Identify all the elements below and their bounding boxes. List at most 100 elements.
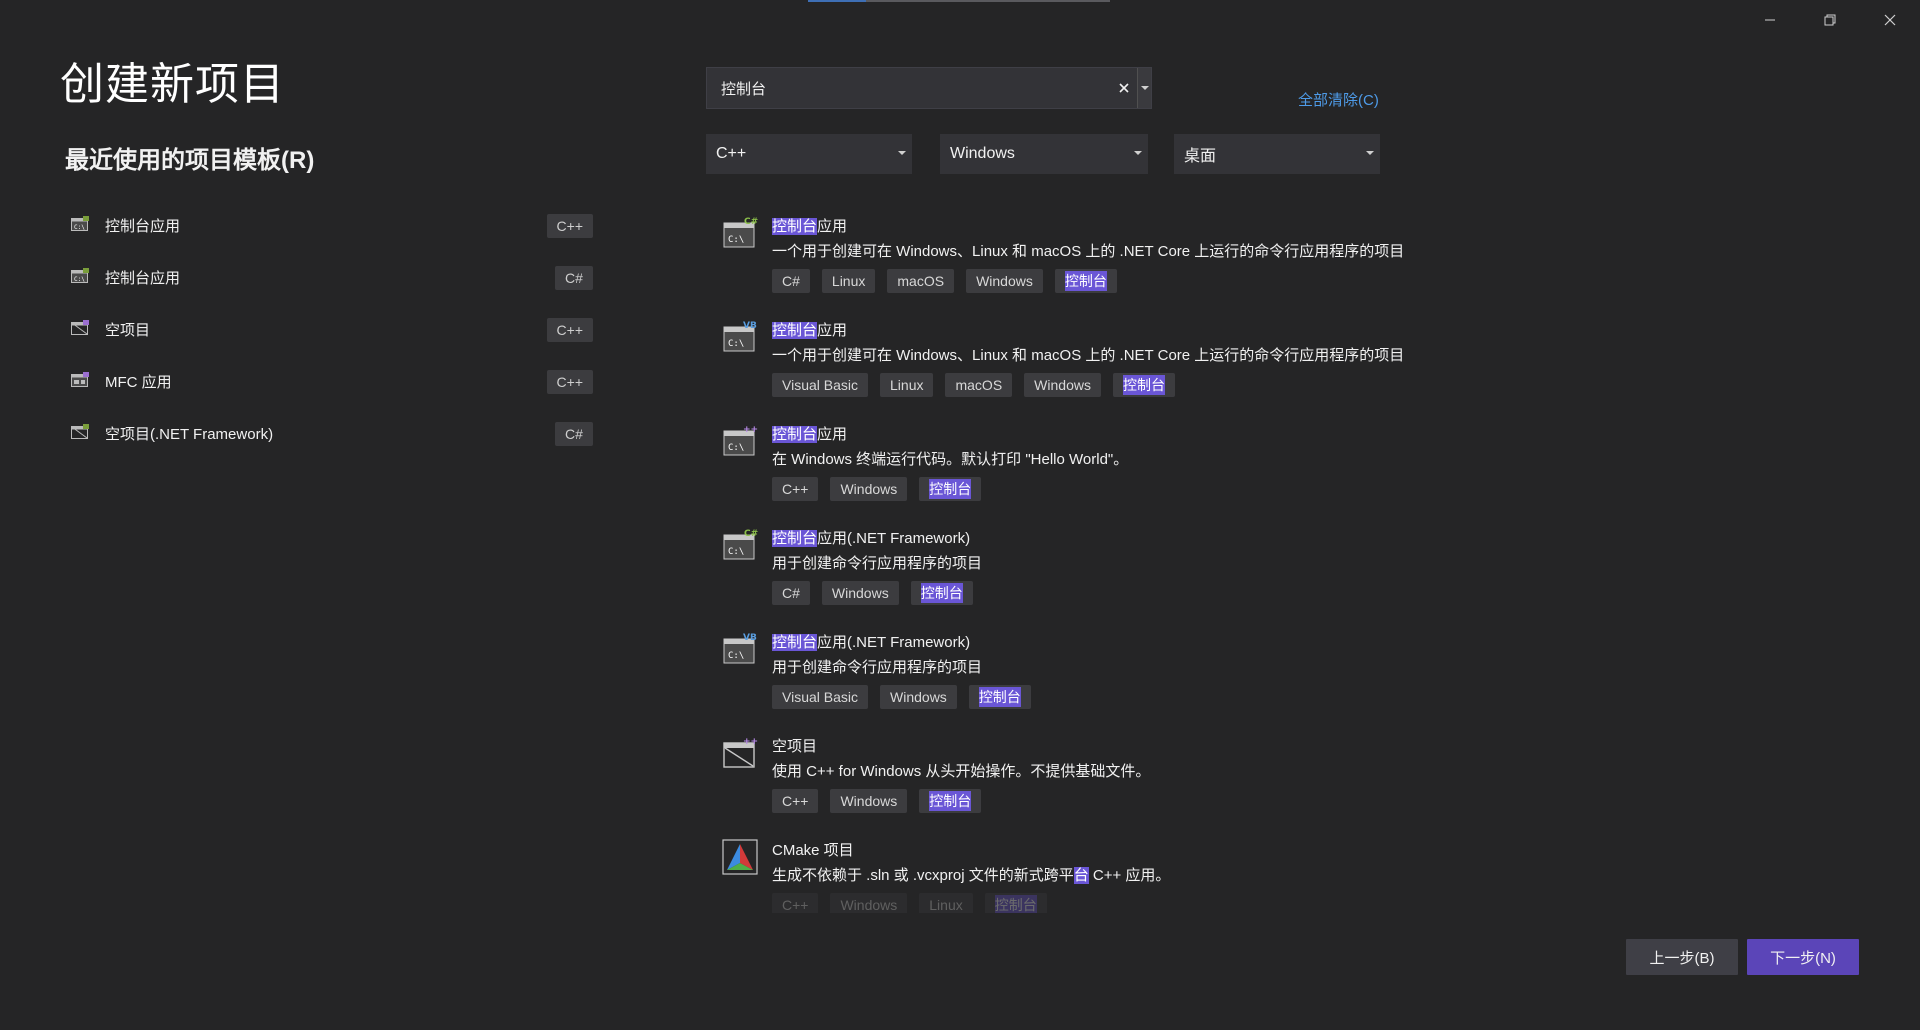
recent-item-label: 空项目(.NET Framework): [105, 425, 274, 443]
template-search-input[interactable]: [707, 68, 1113, 108]
svg-text:VB: VB: [743, 321, 757, 331]
template-tag-highlight-text: 控制台: [929, 791, 972, 811]
template-title-text: CMake 项目: [772, 842, 854, 859]
template-tag: Windows: [830, 789, 908, 813]
svg-text:C#: C#: [744, 217, 758, 227]
recent-item-console-cpp[interactable]: C:\ 控制台应用 C++: [65, 199, 593, 251]
template-title: 空项目: [772, 735, 817, 756]
template-tag-highlighted: 控制台: [919, 789, 982, 813]
template-item[interactable]: C:\ C# 控制台应用 一个用于创建可在 Windows、Linux 和 mac…: [706, 203, 1446, 307]
next-button[interactable]: 下一步(N): [1747, 939, 1859, 975]
recent-item-label: 控制台应用: [105, 269, 181, 287]
recent-item-lang-badge: C#: [555, 266, 593, 290]
chevron-down-icon: [1366, 151, 1374, 155]
recent-item-mfc-cpp[interactable]: MFC 应用 C++: [65, 355, 593, 407]
template-tag: C++: [772, 789, 819, 813]
template-tag: Visual Basic: [772, 373, 869, 397]
cpp-empty-project-icon: ++: [722, 735, 758, 771]
recent-templates-heading: 最近使用的项目模板(R): [65, 147, 315, 174]
vb-console-icon: C:\ VB: [722, 631, 758, 667]
template-tag: Windows: [830, 893, 908, 913]
svg-text:C:\: C:\: [728, 651, 744, 661]
template-item[interactable]: C:\ VB 控制台应用(.NET Framework) 用于创建命令行应用程序的…: [706, 619, 1446, 723]
template-tag: Windows: [880, 685, 957, 709]
template-description: 一个用于创建可在 Windows、Linux 和 macOS 上的 .NET C…: [772, 243, 1405, 260]
template-tag-highlight-text: 控制台: [1122, 375, 1165, 395]
minimize-button[interactable]: [1740, 0, 1800, 40]
template-description: 用于创建命令行应用程序的项目: [772, 659, 983, 676]
svg-text:++: ++: [743, 425, 758, 435]
template-description: 用于创建命令行应用程序的项目: [772, 555, 983, 572]
template-tag-highlighted: 控制台: [910, 581, 973, 605]
svg-text:C:\: C:\: [74, 224, 85, 231]
template-title: 控制台应用: [772, 319, 847, 340]
template-tags: C++ Windows Linux 控制台: [772, 893, 1047, 913]
template-tag: C#: [772, 581, 810, 605]
template-tags: Visual Basic Windows 控制台: [772, 685, 1031, 709]
recent-templates-list: C:\ 控制台应用 C++ C:\ 控制台应用 C# 空项目 C++ MFC 应…: [65, 199, 593, 459]
template-title-highlight: 控制台: [772, 634, 818, 651]
restore-icon: [1824, 14, 1836, 26]
recent-item-empty-netfx[interactable]: 空项目(.NET Framework) C#: [65, 407, 593, 459]
template-title: 控制台应用(.NET Framework): [772, 631, 970, 652]
search-history-dropdown[interactable]: [1137, 68, 1151, 108]
template-description-highlight: 台: [1073, 867, 1089, 884]
template-tag: Windows: [821, 581, 899, 605]
console-app-icon: C:\: [71, 268, 93, 286]
svg-text:VB: VB: [743, 633, 757, 643]
svg-text:C:\: C:\: [728, 443, 744, 453]
template-tag-highlighted: 控制台: [919, 477, 982, 501]
template-title-highlight: 控制台: [772, 426, 818, 443]
template-tag: Linux: [919, 893, 973, 913]
window-controls: [1740, 0, 1920, 40]
recent-item-label: 控制台应用: [105, 217, 181, 235]
restore-button[interactable]: [1800, 0, 1860, 40]
template-tag: C#: [772, 269, 810, 293]
template-description-text-end: C++ 应用。: [1088, 867, 1171, 884]
recent-item-console-csharp[interactable]: C:\ 控制台应用 C#: [65, 251, 593, 303]
template-title-highlight: 控制台: [772, 530, 818, 547]
template-tag: Windows: [966, 269, 1043, 293]
template-item[interactable]: CMake 项目 生成不依赖于 .sln 或 .vcxproj 文件的新式跨平台…: [706, 827, 1446, 913]
template-title-text: 应用(.NET Framework): [817, 530, 971, 547]
search-clear-button[interactable]: [1113, 77, 1135, 99]
template-item[interactable]: C:\ C# 控制台应用(.NET Framework) 用于创建命令行应用程序的…: [706, 515, 1446, 619]
empty-project-icon: [71, 424, 93, 442]
close-icon: [1884, 14, 1896, 26]
clear-all-link[interactable]: 全部清除(C): [1298, 89, 1379, 110]
close-button[interactable]: [1860, 0, 1920, 40]
minimize-icon: [1765, 19, 1775, 21]
template-item[interactable]: C:\ ++ 控制台应用 在 Windows 终端运行代码。默认打印 "Hello…: [706, 411, 1446, 515]
template-item[interactable]: C:\ VB 控制台应用 一个用于创建可在 Windows、Linux 和 mac…: [706, 307, 1446, 411]
close-icon: [1119, 83, 1129, 93]
template-title: 控制台应用: [772, 423, 847, 444]
recent-item-empty-cpp[interactable]: 空项目 C++: [65, 303, 593, 355]
template-tag-highlight-text: 控制台: [929, 479, 972, 499]
template-tag-highlight-text: 控制台: [994, 895, 1037, 913]
project-type-filter-dropdown[interactable]: 桌面: [1174, 134, 1380, 174]
language-filter-dropdown[interactable]: C++: [706, 134, 912, 174]
csharp-console-icon: C:\ C#: [722, 215, 758, 251]
template-title-text: 应用(.NET Framework): [817, 634, 971, 651]
template-tag-highlighted: 控制台: [984, 893, 1047, 913]
template-description: 生成不依赖于 .sln 或 .vcxproj 文件的新式跨平台 C++ 应用。: [772, 864, 1170, 885]
back-button[interactable]: 上一步(B): [1626, 939, 1738, 975]
template-tag-highlight-text: 控制台: [920, 583, 963, 603]
title-bar-accent-segment: [808, 0, 866, 2]
csharp-console-icon: C:\ C#: [722, 527, 758, 563]
svg-text:++: ++: [743, 737, 758, 747]
template-tag-highlighted: 控制台: [968, 685, 1031, 709]
chevron-down-icon: [1134, 151, 1142, 155]
svg-text:C:\: C:\: [74, 276, 85, 283]
empty-project-icon: [71, 320, 93, 338]
language-filter-value: C++: [716, 145, 747, 162]
svg-text:C#: C#: [744, 529, 758, 539]
template-title-text: 应用: [817, 426, 848, 443]
recent-item-lang-badge: C++: [546, 318, 593, 342]
mfc-app-icon: [71, 372, 93, 390]
template-title: 控制台应用(.NET Framework): [772, 527, 970, 548]
template-item[interactable]: ++ 空项目 使用 C++ for Windows 从头开始操作。不提供基础文件…: [706, 723, 1446, 827]
platform-filter-dropdown[interactable]: Windows: [940, 134, 1148, 174]
recent-item-lang-badge: C++: [546, 214, 593, 238]
template-title: CMake 项目: [772, 839, 854, 860]
